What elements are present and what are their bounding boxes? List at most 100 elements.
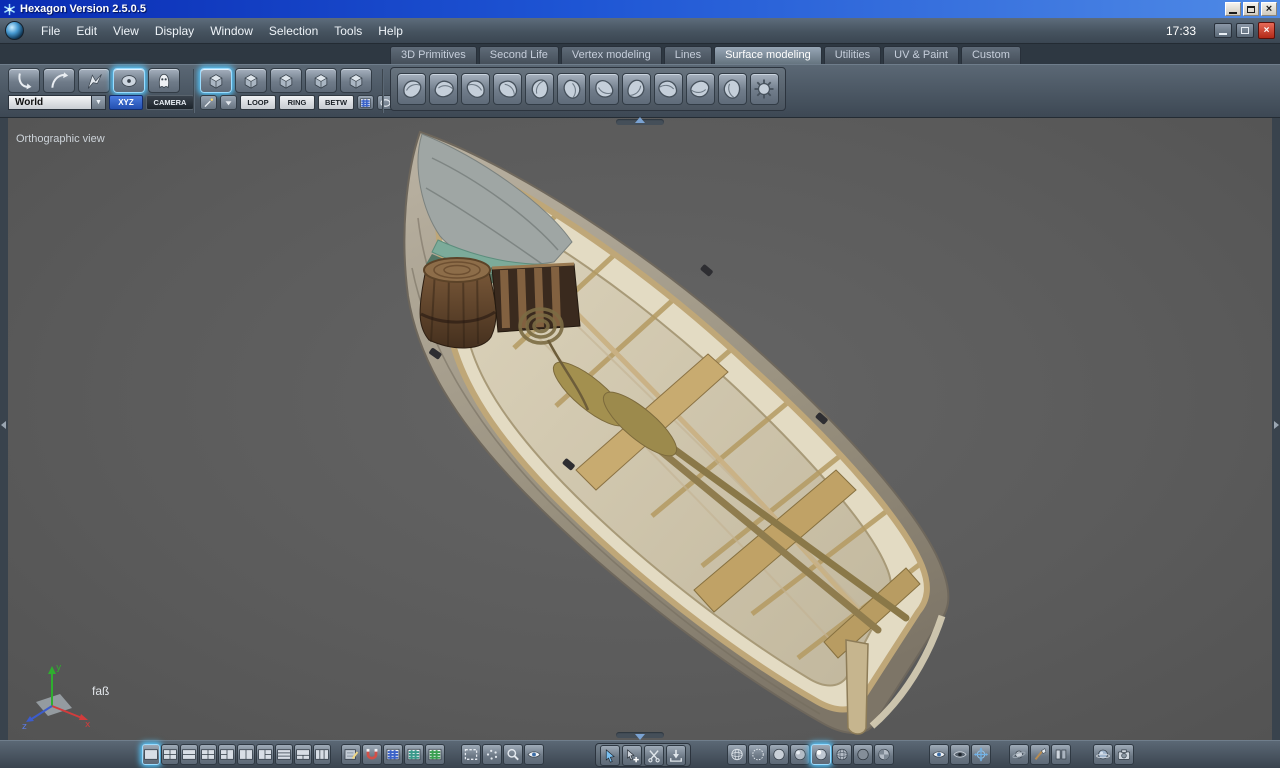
pointer-select-icon[interactable] bbox=[78, 68, 110, 93]
camera-space-button[interactable]: CAMERA bbox=[146, 95, 194, 110]
menu-file[interactable]: File bbox=[33, 20, 68, 42]
viewport-layout-hsplit-icon[interactable] bbox=[180, 744, 198, 765]
manipulator-globe-icon[interactable] bbox=[971, 744, 991, 765]
paint-brush-icon[interactable] bbox=[1030, 744, 1050, 765]
marquee-select-icon[interactable] bbox=[461, 744, 481, 765]
surface-tool-8-icon[interactable] bbox=[621, 73, 651, 105]
viewport-layout-vsplit-icon[interactable] bbox=[237, 744, 255, 765]
shading-wireframe-icon[interactable] bbox=[727, 744, 747, 765]
tab-vertex-modeling[interactable]: Vertex modeling bbox=[560, 46, 662, 64]
surface-tool-4-icon[interactable] bbox=[493, 73, 523, 105]
menu-display[interactable]: Display bbox=[147, 20, 202, 42]
select-arrow-icon[interactable] bbox=[600, 744, 620, 766]
coordinate-space-select[interactable]: World ▼ bbox=[8, 95, 106, 110]
between-select-button[interactable]: BETW bbox=[318, 95, 354, 110]
magnet-snap-icon[interactable] bbox=[362, 744, 382, 765]
tab-lines[interactable]: Lines bbox=[663, 46, 713, 64]
shading-smooth-icon[interactable] bbox=[811, 744, 831, 765]
select-all-icon[interactable] bbox=[340, 68, 372, 93]
shading-shaded-icon[interactable] bbox=[790, 744, 810, 765]
viewport-layout-left-split-icon[interactable] bbox=[218, 744, 236, 765]
menu-window[interactable]: Window bbox=[202, 20, 261, 42]
lasso-dots-icon[interactable] bbox=[482, 744, 502, 765]
window-titlebar[interactable]: Hexagon Version 2.5.0.5 × bbox=[0, 0, 1280, 18]
material-sphere-icon[interactable] bbox=[1009, 744, 1029, 765]
workspace-maximize-button[interactable] bbox=[1236, 23, 1254, 38]
viewport-layout-wide-icon[interactable] bbox=[294, 744, 312, 765]
snap-grid-icon[interactable] bbox=[341, 744, 361, 765]
surface-tool-1-icon[interactable] bbox=[397, 73, 427, 105]
tab-surface-modeling[interactable]: Surface modeling bbox=[714, 46, 822, 64]
shading-textured-icon[interactable] bbox=[874, 744, 894, 765]
menu-view[interactable]: View bbox=[105, 20, 147, 42]
select-add-icon[interactable] bbox=[622, 744, 642, 766]
menu-tools[interactable]: Tools bbox=[326, 20, 370, 42]
shading-dark-icon[interactable] bbox=[853, 744, 873, 765]
eye-open-icon[interactable] bbox=[929, 744, 949, 765]
tab-custom[interactable]: Custom bbox=[960, 46, 1021, 64]
menu-selection[interactable]: Selection bbox=[261, 20, 326, 42]
hexagon-app-icon[interactable] bbox=[3, 3, 16, 16]
viewport-layout-rows-icon[interactable] bbox=[275, 744, 293, 765]
viewport-layout-grid-icon[interactable] bbox=[199, 744, 217, 765]
selection-dropdown-icon[interactable] bbox=[220, 95, 237, 110]
grid-select-icon[interactable] bbox=[357, 95, 374, 110]
loop-select-button[interactable]: LOOP bbox=[240, 95, 276, 110]
menu-edit[interactable]: Edit bbox=[68, 20, 105, 42]
ring-select-button[interactable]: RING bbox=[279, 95, 315, 110]
drop-tool-icon[interactable] bbox=[666, 744, 686, 766]
surface-tool-10-icon[interactable] bbox=[685, 73, 715, 105]
window-minimize-button[interactable] bbox=[1225, 2, 1241, 16]
viewport-layout-columns-icon[interactable] bbox=[313, 744, 331, 765]
select-object-icon[interactable] bbox=[305, 68, 337, 93]
surface-tool-2-icon[interactable] bbox=[429, 73, 459, 105]
viewport-layout-right-split-icon[interactable] bbox=[256, 744, 274, 765]
workspace-close-button[interactable]: × bbox=[1258, 22, 1275, 39]
panels-icon[interactable] bbox=[1051, 744, 1071, 765]
tab-second-life[interactable]: Second Life bbox=[478, 46, 559, 64]
tab-uv-paint[interactable]: UV & Paint bbox=[883, 46, 959, 64]
viewport-3d[interactable]: Orthographic view y x z faß bbox=[8, 118, 1272, 740]
pan-left-arrow-icon[interactable] bbox=[1, 421, 6, 429]
select-faces-icon[interactable] bbox=[270, 68, 302, 93]
bottom-splitter-handle[interactable] bbox=[616, 732, 664, 740]
shading-wire-shaded-icon[interactable] bbox=[832, 744, 852, 765]
menubar-right-controls: 17:33 × bbox=[1166, 22, 1280, 39]
window-restore-button[interactable] bbox=[1243, 2, 1259, 16]
surface-tool-3-icon[interactable] bbox=[461, 73, 491, 105]
cut-scissors-icon[interactable] bbox=[644, 744, 664, 766]
surface-tool-5-icon[interactable] bbox=[525, 73, 555, 105]
viewport-layout-quad-icon[interactable] bbox=[161, 744, 179, 765]
rotate-view-icon[interactable] bbox=[43, 68, 75, 93]
menu-help[interactable]: Help bbox=[370, 20, 411, 42]
top-splitter-handle[interactable] bbox=[616, 117, 664, 125]
freehand-select-icon[interactable] bbox=[8, 68, 40, 93]
grid-table-green-icon[interactable] bbox=[425, 744, 445, 765]
shading-dotted-icon[interactable] bbox=[748, 744, 768, 765]
zoom-icon[interactable] bbox=[503, 744, 523, 765]
surface-symmetry-icon[interactable] bbox=[749, 73, 779, 105]
xyz-axes-button[interactable]: XYZ bbox=[109, 95, 143, 110]
select-edges-icon[interactable] bbox=[235, 68, 267, 93]
tab-utilities[interactable]: Utilities bbox=[823, 46, 882, 64]
auto-select-wand-icon[interactable] bbox=[200, 95, 217, 110]
grid-table-blue-icon[interactable] bbox=[383, 744, 403, 765]
viewport-layout-single-icon[interactable] bbox=[142, 744, 160, 765]
shading-flat-icon[interactable] bbox=[769, 744, 789, 765]
render-sphere-icon[interactable] bbox=[1093, 744, 1113, 765]
eye-closed-icon[interactable] bbox=[950, 744, 970, 765]
surface-tool-9-icon[interactable] bbox=[653, 73, 683, 105]
grid-table-mixed-icon[interactable] bbox=[404, 744, 424, 765]
tab-3d-primitives[interactable]: 3D Primitives bbox=[390, 46, 477, 64]
surface-tool-11-icon[interactable] bbox=[717, 73, 747, 105]
workspace-minimize-button[interactable] bbox=[1214, 23, 1232, 38]
select-points-icon[interactable] bbox=[200, 68, 232, 93]
surface-tool-6-icon[interactable] bbox=[557, 73, 587, 105]
camera-snapshot-icon[interactable] bbox=[1114, 744, 1134, 765]
visibility-eye-icon[interactable] bbox=[524, 744, 544, 765]
soft-selection-icon[interactable] bbox=[113, 68, 145, 93]
pan-right-arrow-icon[interactable] bbox=[1274, 421, 1279, 429]
window-close-button[interactable]: × bbox=[1261, 2, 1277, 16]
surface-tool-7-icon[interactable] bbox=[589, 73, 619, 105]
ghost-mode-icon[interactable] bbox=[148, 68, 180, 93]
